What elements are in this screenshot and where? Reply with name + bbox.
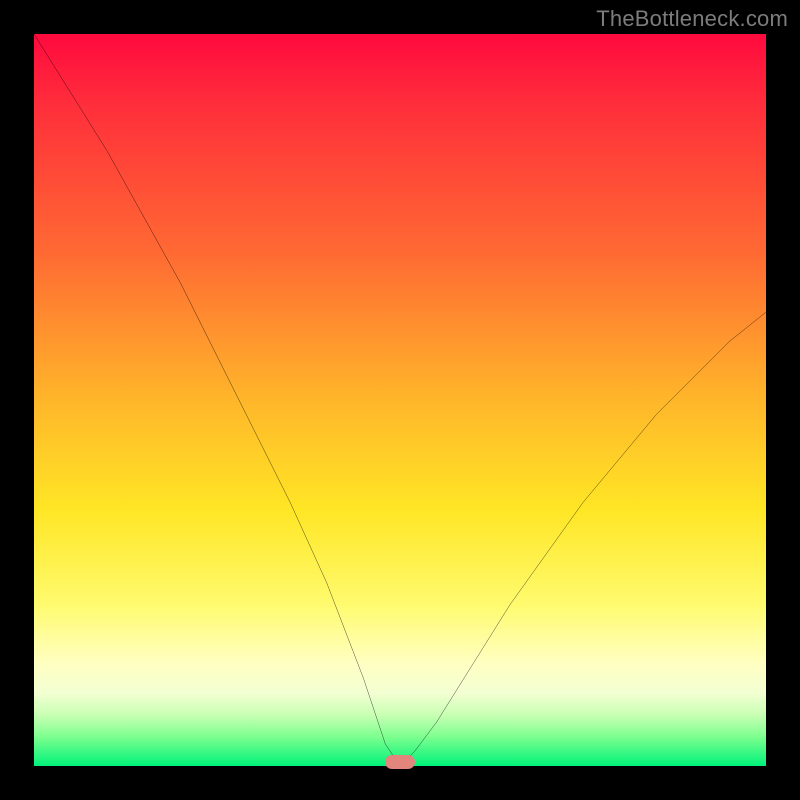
plot-area bbox=[34, 34, 766, 766]
watermark-text: TheBottleneck.com bbox=[596, 6, 788, 32]
chart-frame: TheBottleneck.com bbox=[0, 0, 800, 800]
bottleneck-minimum-marker bbox=[385, 755, 415, 769]
bottleneck-curve bbox=[34, 34, 766, 766]
